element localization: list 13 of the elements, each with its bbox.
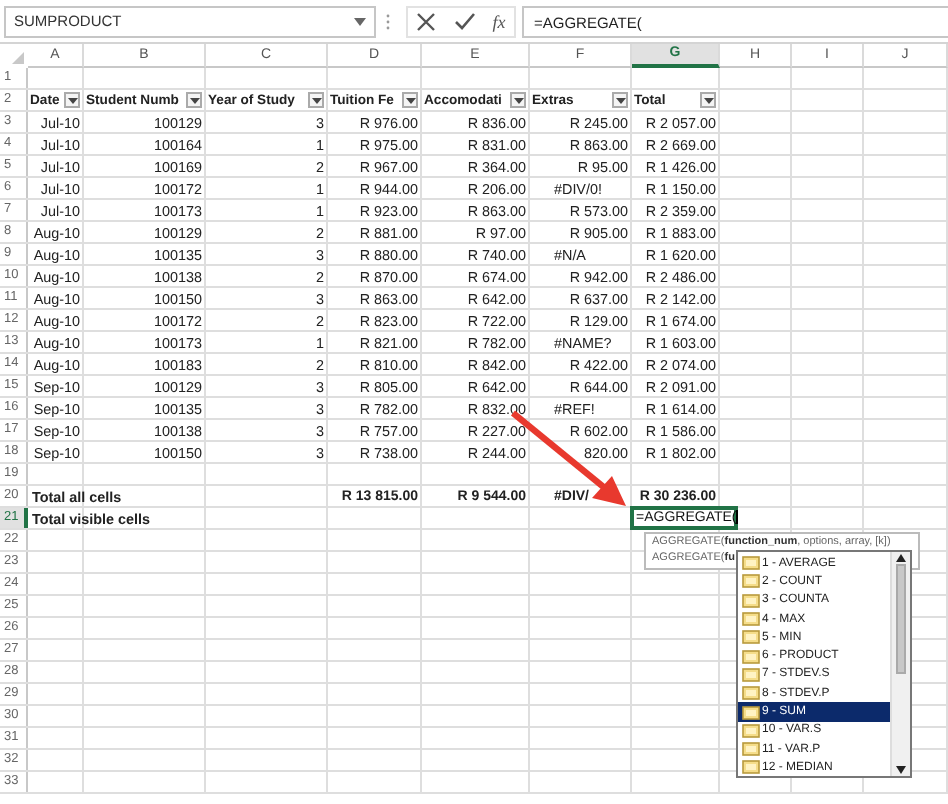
close-icon[interactable] <box>416 11 437 31</box>
checkmark-icon[interactable] <box>453 12 476 30</box>
filter-button[interactable] <box>510 92 526 108</box>
scrollbar[interactable] <box>890 552 910 776</box>
filter-button[interactable] <box>700 92 716 108</box>
filter-button[interactable] <box>308 92 324 108</box>
filter-button[interactable] <box>64 92 80 108</box>
filter-button[interactable] <box>402 92 418 108</box>
scroll-down-icon[interactable] <box>894 764 908 776</box>
insert-function-button[interactable]: fx <box>492 11 506 31</box>
filter-button[interactable] <box>186 92 202 108</box>
caret-icon <box>354 17 366 25</box>
filter-button[interactable] <box>612 92 628 108</box>
